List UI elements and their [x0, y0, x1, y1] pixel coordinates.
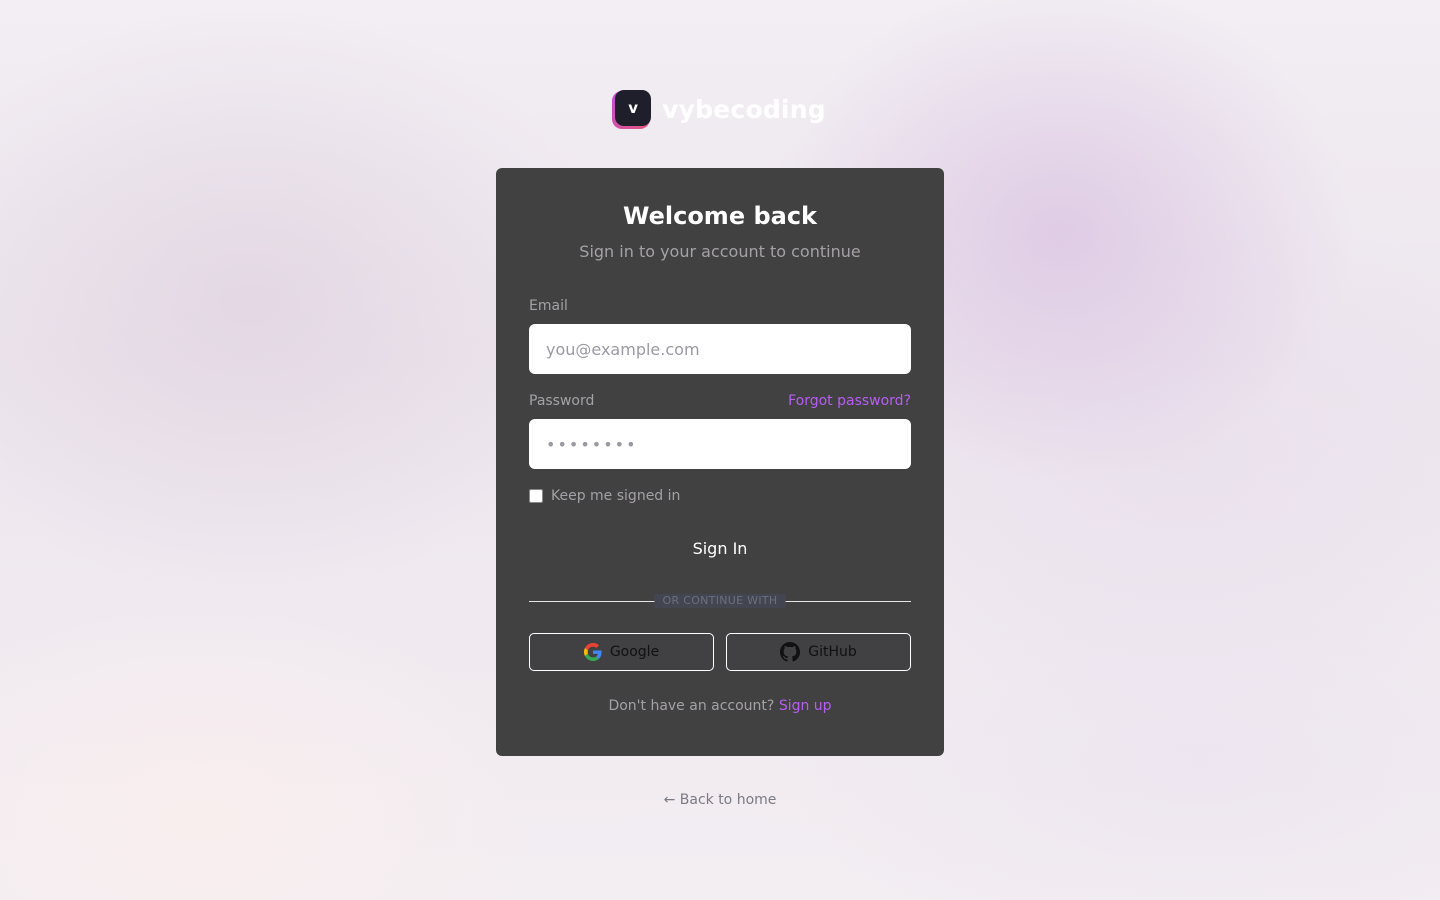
google-icon: [583, 643, 602, 661]
social-login-row: Google GitHub: [529, 633, 911, 671]
divider-text: OR CONTINUE WITH: [654, 594, 786, 608]
login-card: Welcome back Sign in to your account to …: [496, 168, 944, 756]
signup-prompt-row: Don't have an account? Sign up: [529, 697, 911, 715]
github-icon: [780, 642, 801, 662]
google-login-button[interactable]: Google: [529, 633, 714, 671]
signup-prompt: Don't have an account?: [608, 698, 775, 714]
password-label-row: Password Forgot password?: [529, 392, 911, 410]
remember-me-label[interactable]: Keep me signed in: [551, 487, 680, 505]
page-subtitle: Sign in to your account to continue: [579, 242, 861, 261]
brand-logo-letter: v: [615, 90, 652, 126]
or-divider: OR CONTINUE WITH: [529, 594, 911, 608]
github-login-label: GitHub: [808, 644, 857, 660]
password-masked-value: ••••••••: [546, 434, 638, 454]
email-field[interactable]: [529, 324, 911, 374]
remember-me-row: Keep me signed in: [529, 487, 911, 505]
remember-me-checkbox[interactable]: [529, 489, 543, 503]
forgot-password-link[interactable]: Forgot password?: [788, 392, 911, 410]
email-label: Email: [529, 298, 568, 314]
brand-header[interactable]: v vybecoding: [0, 90, 1440, 129]
back-to-home-row: ← Back to home: [0, 790, 1440, 810]
google-login-label: Google: [609, 644, 660, 660]
back-to-home-link[interactable]: ← Back to home: [664, 792, 777, 808]
brand-logo-icon: v: [612, 90, 652, 129]
signup-link[interactable]: Sign up: [779, 698, 832, 714]
sign-in-button[interactable]: Sign In: [529, 538, 911, 560]
password-field[interactable]: ••••••••: [529, 419, 911, 469]
page-title: Welcome back: [622, 202, 818, 230]
brand-name: vybecoding: [662, 94, 826, 124]
password-label: Password: [529, 393, 595, 409]
email-label-row: Email: [529, 297, 911, 315]
github-login-button[interactable]: GitHub: [726, 633, 911, 671]
